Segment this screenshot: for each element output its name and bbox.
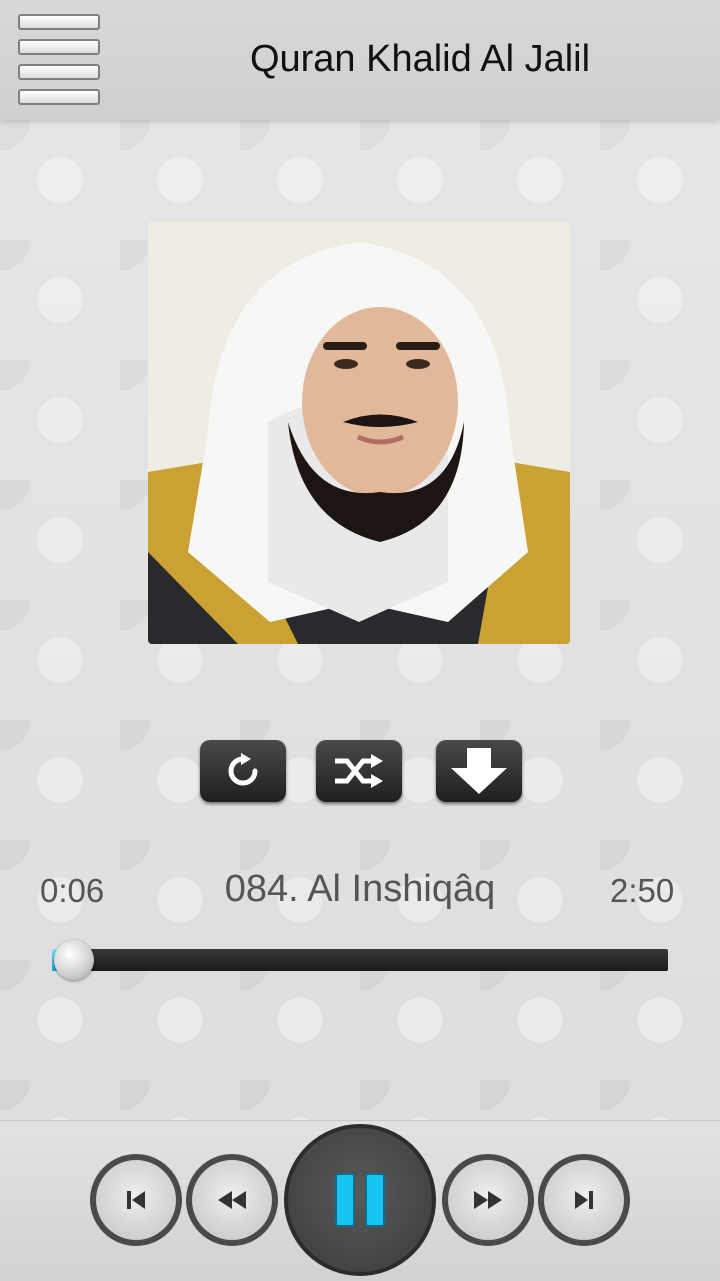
app-title: Quran Khalid Al Jalil xyxy=(249,38,591,80)
rewind-button[interactable] xyxy=(186,1154,278,1246)
download-icon xyxy=(451,748,507,794)
next-track-button[interactable] xyxy=(538,1154,630,1246)
shuffle-button[interactable] xyxy=(316,740,402,802)
menu-bar xyxy=(18,14,100,30)
progress-bar[interactable] xyxy=(52,949,668,971)
top-app-bar: Quran Khalid Al Jalil xyxy=(0,0,720,120)
pause-button[interactable] xyxy=(284,1124,436,1276)
rewind-icon xyxy=(218,1191,246,1209)
fast-forward-button[interactable] xyxy=(442,1154,534,1246)
previous-track-button[interactable] xyxy=(90,1154,182,1246)
reciter-photo xyxy=(148,222,570,644)
fast-forward-icon xyxy=(474,1191,502,1209)
elapsed-time: 0:06 xyxy=(40,872,105,909)
skip-next-icon xyxy=(575,1191,593,1209)
repeat-button[interactable] xyxy=(200,740,286,802)
pause-icon xyxy=(335,1173,385,1227)
menu-bar xyxy=(18,89,100,105)
menu-icon[interactable] xyxy=(18,12,104,108)
total-duration: 2:50 xyxy=(610,872,675,909)
menu-bar xyxy=(18,64,100,80)
repeat-icon xyxy=(228,753,258,786)
menu-bar xyxy=(18,39,100,55)
shuffle-icon xyxy=(335,754,383,788)
skip-previous-icon xyxy=(127,1191,145,1209)
progress-thumb[interactable] xyxy=(54,940,94,980)
download-button[interactable] xyxy=(436,740,522,802)
track-title: 084. Al Inshiqâq xyxy=(224,868,496,910)
